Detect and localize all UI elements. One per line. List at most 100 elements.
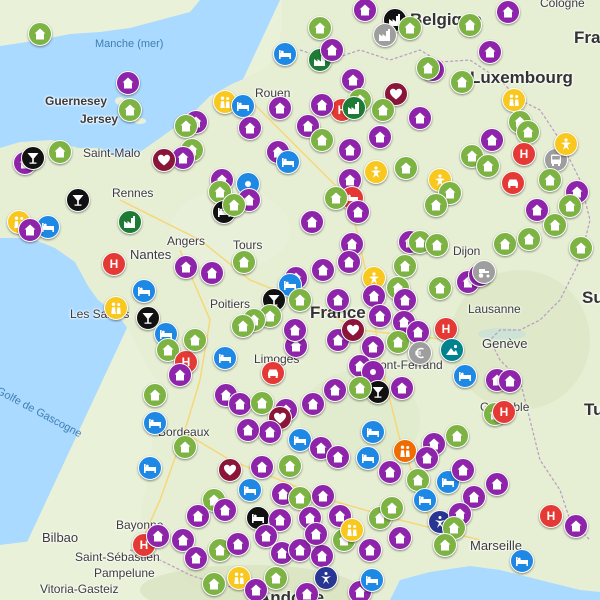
map-marker-bed[interactable] [453, 364, 477, 388]
map-marker-euro[interactable] [408, 341, 432, 365]
map-marker-bed[interactable] [273, 42, 297, 66]
map-marker-bed[interactable] [231, 94, 255, 118]
map-marker-tractor[interactable] [472, 260, 496, 284]
map-marker-house[interactable] [416, 56, 440, 80]
map-marker-house[interactable] [326, 445, 350, 469]
map-marker-house[interactable] [278, 454, 302, 478]
map-marker-house[interactable] [338, 138, 362, 162]
map-marker-house[interactable] [118, 98, 142, 122]
map-marker-H[interactable]: H [102, 252, 126, 276]
map-marker-house[interactable] [378, 460, 402, 484]
map-marker-house[interactable] [231, 314, 255, 338]
map-marker-house[interactable] [295, 582, 319, 600]
map-marker-H[interactable]: H [492, 400, 516, 424]
map-marker-house[interactable] [213, 498, 237, 522]
map-marker-house[interactable] [288, 288, 312, 312]
map-marker-house[interactable] [450, 70, 474, 94]
map-marker-house[interactable] [238, 116, 262, 140]
map-marker-heart[interactable] [152, 148, 176, 172]
map-marker-house[interactable] [173, 435, 197, 459]
map-marker-house[interactable] [310, 544, 334, 568]
map-marker-bed[interactable] [361, 420, 385, 444]
map-marker-car[interactable] [261, 361, 285, 385]
map-marker-car[interactable] [501, 171, 525, 195]
map-marker-house[interactable] [304, 522, 328, 546]
map-marker-people[interactable] [393, 439, 417, 463]
map-marker-house[interactable] [516, 120, 540, 144]
map-marker-H[interactable]: H [539, 504, 563, 528]
map-marker-people[interactable] [104, 296, 128, 320]
map-marker-house[interactable] [368, 304, 392, 328]
map-marker-house[interactable] [236, 418, 260, 442]
map-marker-bed[interactable] [132, 279, 156, 303]
map-marker-bed[interactable] [238, 478, 262, 502]
map-marker-house[interactable] [393, 254, 417, 278]
map-marker-H[interactable]: H [512, 142, 536, 166]
map-marker-house[interactable] [543, 213, 567, 237]
map-marker-house[interactable] [380, 496, 404, 520]
map-marker-dancer[interactable] [314, 566, 338, 590]
map-marker-house[interactable] [415, 446, 439, 470]
map-marker-house[interactable] [168, 363, 192, 387]
map-marker-bed[interactable] [143, 411, 167, 435]
map-marker-house[interactable] [311, 484, 335, 508]
map-marker-house[interactable] [116, 71, 140, 95]
map-marker-bed[interactable] [510, 549, 534, 573]
map-marker-house[interactable] [311, 258, 335, 282]
map-marker-house[interactable] [368, 125, 392, 149]
map-marker-house[interactable] [310, 93, 334, 117]
map-marker-house[interactable] [398, 16, 422, 40]
map-marker-house[interactable] [226, 532, 250, 556]
map-marker-bed[interactable] [413, 488, 437, 512]
map-marker-house[interactable] [28, 22, 52, 46]
map-marker-house[interactable] [324, 186, 348, 210]
map-marker-star[interactable] [364, 160, 388, 184]
map-marker-house[interactable] [308, 16, 332, 40]
map-marker-house[interactable] [569, 236, 593, 260]
map-marker-house[interactable] [425, 233, 449, 257]
map-marker-house[interactable] [394, 156, 418, 180]
map-marker-house[interactable] [310, 128, 334, 152]
map-marker-house[interactable] [48, 140, 72, 164]
map-marker-house[interactable] [146, 524, 170, 548]
map-marker-house[interactable] [478, 40, 502, 64]
map-marker-house[interactable] [485, 472, 509, 496]
map-marker-house[interactable] [496, 0, 520, 24]
map-marker-house[interactable] [424, 193, 448, 217]
map-marker-house[interactable] [301, 392, 325, 416]
map-marker-house[interactable] [250, 455, 274, 479]
map-marker-house[interactable] [228, 392, 252, 416]
map-marker-house[interactable] [184, 546, 208, 570]
map-marker-house[interactable] [143, 383, 167, 407]
map-marker-house[interactable] [326, 288, 350, 312]
map-marker-house[interactable] [476, 154, 500, 178]
map-marker-house[interactable] [393, 288, 417, 312]
map-marker-factory[interactable] [373, 23, 397, 47]
map-marker-house[interactable] [433, 533, 457, 557]
map-marker-house[interactable] [428, 276, 452, 300]
map-marker-house[interactable] [337, 250, 361, 274]
map-marker-house[interactable] [323, 378, 347, 402]
map-marker-bed[interactable] [213, 346, 237, 370]
map-marker-bed[interactable] [276, 150, 300, 174]
map-marker-bed[interactable] [356, 446, 380, 470]
map-marker-house[interactable] [258, 420, 282, 444]
map-marker-sun[interactable] [440, 338, 464, 362]
map-marker-house[interactable] [480, 128, 504, 152]
map-marker-house[interactable] [445, 424, 469, 448]
map-marker-house[interactable] [222, 193, 246, 217]
map-marker-house[interactable] [202, 572, 226, 596]
map-marker-house[interactable] [348, 376, 372, 400]
map-marker-house[interactable] [283, 318, 307, 342]
map-marker-cocktail[interactable] [66, 188, 90, 212]
map-marker-heart[interactable] [341, 318, 365, 342]
map-marker-house[interactable] [408, 106, 432, 130]
map-marker-bed[interactable] [360, 568, 384, 592]
map-marker-house[interactable] [18, 218, 42, 242]
map-view[interactable]: Belgique Luxembourg Manche (mer) Guernes… [0, 0, 600, 600]
map-marker-house[interactable] [174, 255, 198, 279]
map-marker-factory[interactable] [342, 96, 366, 120]
map-marker-house[interactable] [358, 538, 382, 562]
map-marker-star[interactable] [554, 132, 578, 156]
map-marker-house[interactable] [493, 232, 517, 256]
